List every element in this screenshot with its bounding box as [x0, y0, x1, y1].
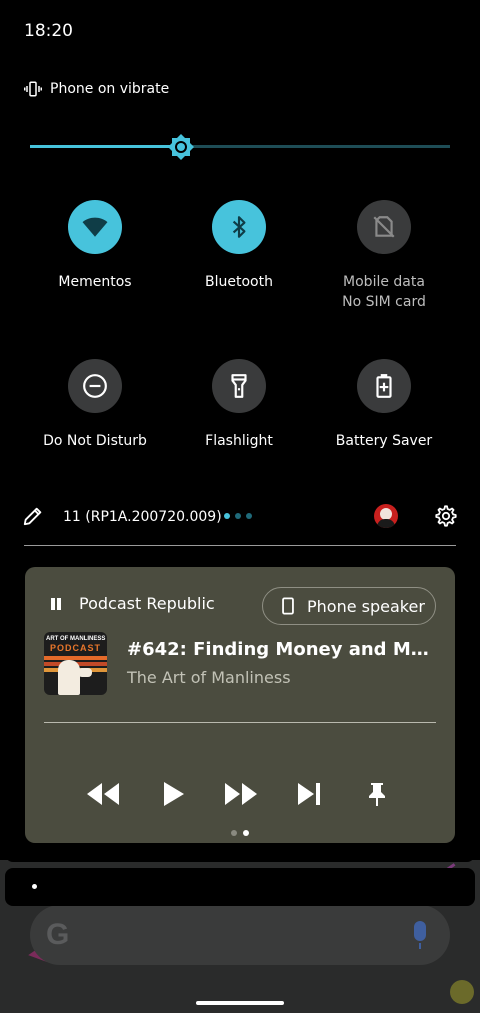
- tile-battery-saver-button[interactable]: [357, 359, 411, 413]
- seek-bar[interactable]: [44, 722, 436, 723]
- tile-mobile-data-button[interactable]: [357, 200, 411, 254]
- media-app-name: Podcast Republic: [79, 594, 215, 613]
- wallpaper-shape: [450, 980, 474, 1004]
- media-artist: The Art of Manliness: [127, 668, 291, 687]
- tile-dnd-label: Do Not Disturb: [43, 433, 147, 449]
- bluetooth-icon: [232, 216, 246, 238]
- fast-forward-button[interactable]: [223, 779, 259, 809]
- tile-mobile-data[interactable]: Mobile data No SIM card: [309, 200, 459, 312]
- notification-dot-icon: [32, 884, 37, 889]
- fast-forward-icon: [225, 783, 257, 805]
- tile-wifi-label: Mementos: [58, 274, 132, 290]
- tile-wifi-button[interactable]: [68, 200, 122, 254]
- ringer-status[interactable]: Phone on vibrate: [24, 78, 169, 100]
- wifi-icon: [82, 217, 108, 237]
- play-button[interactable]: [161, 779, 185, 809]
- tile-mobile-data-sublabel: No SIM card: [342, 294, 426, 310]
- user-avatar[interactable]: [374, 504, 398, 528]
- phone-icon: [282, 597, 294, 615]
- page-dot: [235, 513, 241, 519]
- pin-icon: [369, 783, 385, 806]
- media-page-indicator: [231, 830, 249, 836]
- tile-flashlight-label: Flashlight: [205, 433, 273, 449]
- google-logo-icon: G: [46, 918, 70, 951]
- vibrate-icon: [24, 81, 42, 97]
- tile-mobile-data-label: Mobile data: [343, 274, 425, 290]
- podcast-artwork: ART OF MANLINESS PODCAST: [44, 632, 107, 695]
- page-dot: [224, 513, 230, 519]
- artwork-fist: [78, 668, 92, 677]
- tile-bluetooth-button[interactable]: [212, 200, 266, 254]
- output-label: Phone speaker: [307, 596, 425, 616]
- play-icon: [164, 782, 184, 806]
- tile-flashlight-button[interactable]: [212, 359, 266, 413]
- ringer-label: Phone on vibrate: [50, 81, 170, 97]
- gesture-nav-handle[interactable]: [196, 1001, 284, 1005]
- page-dot: [243, 830, 249, 836]
- artwork-boxer: [58, 660, 80, 695]
- notification-strip[interactable]: [5, 868, 475, 906]
- skip-next-button[interactable]: [296, 779, 322, 809]
- pause-icon: [49, 598, 63, 610]
- tile-do-not-disturb[interactable]: Do Not Disturb: [20, 359, 170, 451]
- brightness-slider[interactable]: [30, 133, 450, 161]
- battery-saver-icon: [376, 374, 392, 398]
- artwork-podcast-text: PODCAST: [49, 643, 101, 653]
- media-title: #642: Finding Money and Meaning in Your …: [127, 639, 437, 660]
- build-number[interactable]: 11 (RP1A.200720.009): [63, 507, 222, 527]
- divider: [24, 545, 456, 546]
- tile-wifi[interactable]: Mementos: [20, 200, 170, 292]
- no-sim-icon: [373, 216, 395, 238]
- media-player-card[interactable]: Podcast Republic Phone speaker ART OF MA…: [25, 567, 455, 843]
- output-switcher-button[interactable]: Phone speaker: [262, 587, 436, 625]
- brightness-thumb-icon[interactable]: [167, 133, 195, 161]
- artwork-stripe: [44, 656, 107, 660]
- do-not-disturb-icon: [83, 374, 107, 398]
- brightness-fill: [30, 145, 182, 148]
- tile-battery-saver[interactable]: Battery Saver: [309, 359, 459, 451]
- tile-bluetooth[interactable]: Bluetooth: [164, 200, 314, 292]
- rewind-button[interactable]: [85, 779, 121, 809]
- tile-dnd-button[interactable]: [68, 359, 122, 413]
- mic-icon[interactable]: [414, 921, 426, 949]
- gear-icon[interactable]: [434, 504, 458, 528]
- skip-next-icon: [298, 783, 320, 805]
- artwork-top-text: ART OF MANLINESS: [46, 636, 106, 642]
- media-controls: [25, 779, 455, 809]
- edit-pencil-icon[interactable]: [22, 505, 44, 527]
- google-search-bar[interactable]: G: [30, 905, 450, 965]
- flashlight-icon: [231, 374, 247, 398]
- page-dot: [231, 830, 237, 836]
- rewind-icon: [87, 783, 119, 805]
- page-dot: [246, 513, 252, 519]
- tiles-page-indicator: [224, 513, 252, 519]
- tile-battery-saver-label: Battery Saver: [335, 433, 433, 449]
- pin-button[interactable]: [367, 779, 387, 809]
- quick-settings-footer: 11 (RP1A.200720.009): [22, 503, 458, 531]
- tile-bluetooth-label: Bluetooth: [205, 274, 273, 290]
- status-clock: 18:20: [24, 21, 73, 41]
- tile-flashlight[interactable]: Flashlight: [164, 359, 314, 451]
